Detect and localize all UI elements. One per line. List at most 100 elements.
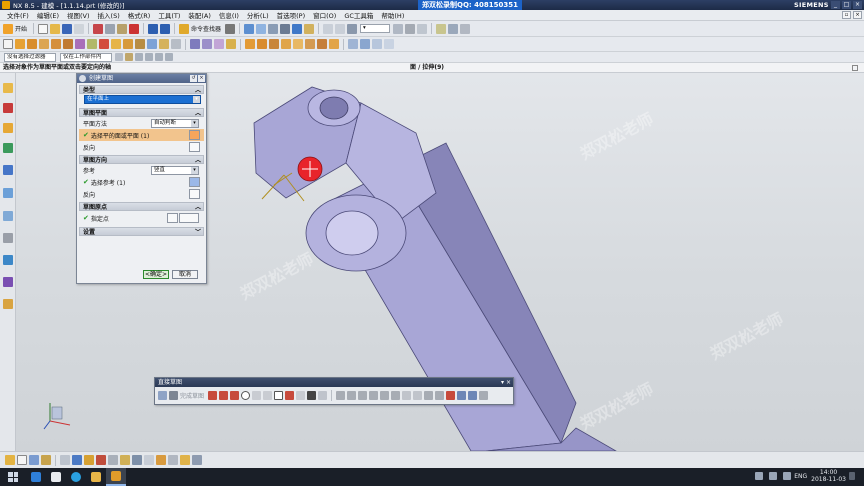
shaded-view-icon[interactable] <box>292 23 303 34</box>
cut-icon[interactable] <box>93 23 104 34</box>
datum-csys-icon[interactable] <box>214 39 224 49</box>
offset-face-icon[interactable] <box>257 39 267 49</box>
draft-icon[interactable] <box>171 39 181 49</box>
sketch-orientation-header[interactable]: 草图方向 ︿ <box>79 155 204 164</box>
view-orient-icon[interactable] <box>304 23 315 34</box>
end-point-icon[interactable] <box>145 53 153 61</box>
sketch-icon[interactable] <box>3 39 13 49</box>
menu-format[interactable]: 格式(R) <box>124 10 155 20</box>
split-body-icon[interactable] <box>329 39 339 49</box>
cylinder-icon[interactable] <box>51 39 61 49</box>
arc-icon[interactable] <box>230 391 240 400</box>
finish-sketch-button[interactable]: 完成草图 <box>180 391 204 400</box>
view-select[interactable]: ▾ <box>360 24 391 33</box>
select-plane-row[interactable]: ✔ 选择平的面或平面 (1) <box>79 129 204 141</box>
point-dialog-icon[interactable] <box>167 213 178 223</box>
tool-7-icon[interactable] <box>132 455 142 465</box>
tool-4-icon[interactable] <box>96 455 106 465</box>
new-icon[interactable] <box>38 23 49 34</box>
menu-help[interactable]: 帮助(H) <box>377 10 408 20</box>
snap-point-icon[interactable] <box>135 53 143 61</box>
polygon-icon[interactable] <box>285 391 295 400</box>
restore-icon[interactable]: ▫ <box>842 11 851 19</box>
rapid-dimension-icon[interactable] <box>380 391 390 400</box>
move-face-icon[interactable] <box>245 39 255 49</box>
menu-information[interactable]: 信息(I) <box>215 10 243 20</box>
datum-plane-icon[interactable] <box>190 39 200 49</box>
reverse-direction-icon[interactable] <box>189 142 200 152</box>
display-icon[interactable] <box>393 23 404 34</box>
process-studio-icon[interactable] <box>3 255 13 265</box>
reverse-direction-icon[interactable] <box>189 189 200 199</box>
menu-file[interactable]: 文件(F) <box>3 10 33 20</box>
part-navigator-icon[interactable] <box>3 123 13 133</box>
constraint-navigator-icon[interactable] <box>3 103 13 113</box>
open-icon[interactable] <box>50 23 61 34</box>
trim-body-icon[interactable] <box>317 39 327 49</box>
save-icon[interactable] <box>62 23 73 34</box>
fit-icon[interactable] <box>244 23 255 34</box>
quick-extend-icon[interactable] <box>347 391 357 400</box>
network-icon[interactable] <box>769 472 778 480</box>
options-icon[interactable] <box>460 23 471 34</box>
hole-icon[interactable] <box>63 39 73 49</box>
taskbar-app-nx[interactable] <box>106 468 126 486</box>
offset-curve-icon[interactable] <box>318 391 328 400</box>
view-icon[interactable] <box>29 455 39 465</box>
auto-constrain-icon[interactable] <box>402 391 412 400</box>
rotate-icon[interactable] <box>280 23 291 34</box>
close-doc-icon[interactable]: × <box>853 11 862 19</box>
edge-blend-icon[interactable] <box>111 39 121 49</box>
tool-1-icon[interactable] <box>60 455 70 465</box>
top-hole[interactable] <box>319 96 349 120</box>
reference-cube-icon[interactable] <box>189 177 200 187</box>
lower-hole[interactable] <box>325 210 379 256</box>
menu-assemblies[interactable]: 装配(A) <box>184 10 215 20</box>
show-constraints-icon[interactable] <box>413 391 423 400</box>
cancel-button[interactable]: 取消 <box>172 270 198 279</box>
select-reference-row[interactable]: ✔ 选择参考 (1) <box>79 176 204 188</box>
sketch-type-select[interactable]: 在平面上 ▾ <box>84 95 201 104</box>
sketch-icon[interactable] <box>158 391 167 400</box>
replace-face-icon[interactable] <box>269 39 279 49</box>
pull-face-icon[interactable] <box>305 39 315 49</box>
tool-10-icon[interactable] <box>168 455 178 465</box>
continuous-dimension-icon[interactable] <box>446 391 456 400</box>
sketch-origin-header[interactable]: 草图原点 ︿ <box>79 202 204 211</box>
volume-icon[interactable] <box>783 472 792 480</box>
tool-3-icon[interactable] <box>84 455 94 465</box>
tool-12-icon[interactable] <box>192 455 202 465</box>
intersect-icon[interactable] <box>99 39 109 49</box>
delete-face-icon[interactable] <box>281 39 291 49</box>
undo-icon[interactable] <box>148 23 159 34</box>
clock[interactable]: 14:00 2018-11-03 <box>811 469 846 483</box>
web-browser-icon[interactable] <box>3 188 13 198</box>
zoom-icon[interactable] <box>256 23 267 34</box>
type-group-header[interactable]: 类型 ︿ <box>79 85 204 94</box>
reference-select[interactable]: 竖直 ▾ <box>151 166 199 175</box>
subtract-icon[interactable] <box>87 39 97 49</box>
window-icon[interactable] <box>17 455 27 465</box>
tray-expand-icon[interactable] <box>755 472 764 480</box>
close-button[interactable]: × <box>853 1 862 9</box>
type-filter-select[interactable]: 没有选择过滤器 <box>4 52 56 62</box>
tool-8-icon[interactable] <box>144 455 154 465</box>
manufacturing-wizards-icon[interactable] <box>3 277 13 287</box>
copy-icon[interactable] <box>105 23 116 34</box>
mirror-curve-icon[interactable] <box>369 391 379 400</box>
print-icon[interactable] <box>74 23 85 34</box>
redo-icon[interactable] <box>160 23 171 34</box>
direct-sketch-title-bar[interactable]: 直接草图 ▾ × <box>155 378 513 387</box>
sketch-plane-header[interactable]: 草图平面 ︿ <box>79 108 204 117</box>
block-icon[interactable] <box>39 39 49 49</box>
quick-trim-icon[interactable] <box>336 391 346 400</box>
menu-gc-toolkit[interactable]: GC工具箱 <box>340 10 377 20</box>
revolve-icon[interactable] <box>27 39 37 49</box>
start-menu-button[interactable]: 开始 <box>15 24 27 33</box>
wrench-icon[interactable] <box>5 455 15 465</box>
edit-icon[interactable] <box>448 23 459 34</box>
taskbar-app-explorer[interactable] <box>26 468 46 486</box>
studio-spline-icon[interactable] <box>296 391 306 400</box>
dialog-close-icon[interactable]: × <box>198 75 205 82</box>
circle-icon[interactable] <box>241 391 251 400</box>
